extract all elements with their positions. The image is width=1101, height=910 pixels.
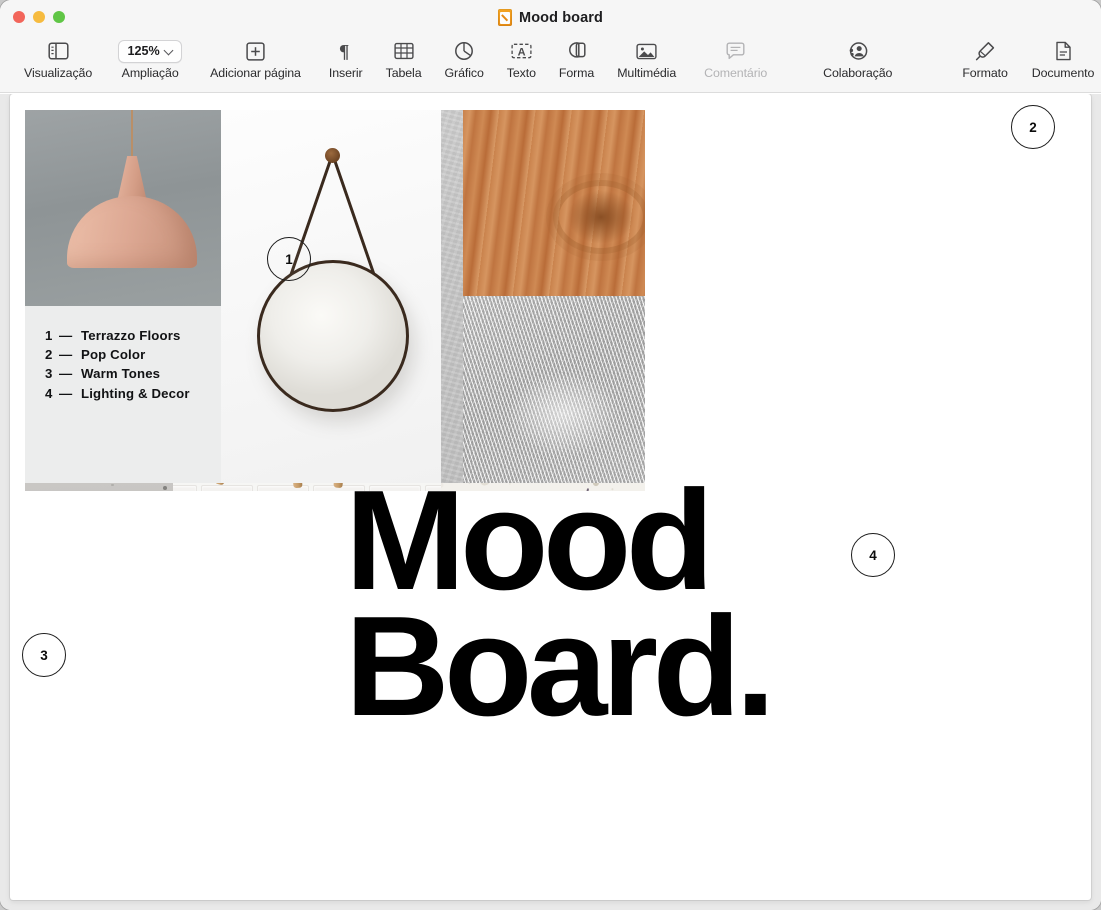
mood-board-legend: 1 — Terrazzo Floors 2 — Pop Color 3 — Wa… <box>45 326 221 403</box>
bottom-left-image-group <box>25 110 645 900</box>
legend-dash: — <box>59 385 73 401</box>
toolbar-label-text: Texto <box>506 66 536 80</box>
toolbar-button-format[interactable]: Formato <box>962 35 1008 80</box>
legend-number: 1 <box>45 328 53 343</box>
close-button[interactable] <box>13 11 25 23</box>
toolbar-label-zoom: Ampliação <box>121 66 179 80</box>
toolbar-label-insert: Inserir <box>328 66 363 80</box>
toolbar-button-zoom[interactable]: 125% Ampliação <box>118 35 183 80</box>
concrete-speck <box>111 483 114 487</box>
collaborate-person-icon <box>847 38 868 64</box>
zoom-value: 125% <box>127 44 160 58</box>
window-title: Mood board <box>519 9 603 26</box>
svg-text:A: A <box>517 46 525 58</box>
pilcrow-icon: ¶ <box>337 38 354 64</box>
toolbar-button-text[interactable]: A Texto <box>507 35 536 80</box>
toolbar-label-media: Multimédia <box>617 66 677 80</box>
window-title-group: Mood board <box>0 0 1101 35</box>
toolbar-button-chart[interactable]: Gráfico <box>445 35 484 80</box>
toolbar-label-shape: Forma <box>558 66 595 80</box>
mirror-wall-hook <box>325 148 340 163</box>
comment-bubble-icon <box>726 38 745 64</box>
legend-label: Pop Color <box>81 347 146 363</box>
pie-chart-icon <box>454 38 474 64</box>
toolbar-label-chart: Gráfico <box>444 66 484 80</box>
svg-text:¶: ¶ <box>339 42 349 62</box>
toolbar-label-add-page: Adicionar página <box>210 66 301 80</box>
comment-marker-2[interactable]: 2 <box>1011 105 1055 149</box>
text-box-icon: A <box>511 38 532 64</box>
legend-dash: — <box>59 366 73 382</box>
toolbar-button-table[interactable]: Tabela <box>386 35 422 80</box>
comment-marker-4[interactable]: 4 <box>851 533 895 577</box>
pages-document-icon <box>498 9 513 26</box>
concrete-speck <box>163 485 168 490</box>
blush-pendant-lamp-image[interactable] <box>25 110 221 306</box>
document-canvas[interactable]: 1 — Terrazzo Floors 2 — Pop Color 3 — Wa… <box>0 94 1101 910</box>
toolbar-label-collaborate: Colaboração <box>823 66 893 80</box>
comment-marker-1[interactable]: 1 <box>267 237 311 281</box>
title-bar: Mood board <box>0 0 1101 35</box>
sidebar-icon <box>48 38 69 64</box>
legend-number: 4 <box>45 385 53 401</box>
brick <box>173 485 197 491</box>
toolbar: Visualização 125% Ampliação Adicionar pá… <box>0 35 1101 93</box>
brick <box>201 485 253 491</box>
legend-item: 4 — Lighting & Decor <box>45 384 221 403</box>
legend-label: Lighting & Decor <box>81 385 190 401</box>
zoom-popup-button[interactable]: 125% <box>118 38 183 64</box>
zoom-value-pill[interactable]: 125% <box>118 39 183 63</box>
legend-dash: — <box>59 347 73 363</box>
maximize-button[interactable] <box>53 11 65 23</box>
chevron-down-icon <box>165 47 173 55</box>
wood-grain-texture-image[interactable] <box>463 110 645 296</box>
lamp-shade <box>67 196 197 268</box>
minimize-button[interactable] <box>33 11 45 23</box>
fur-swirl-highlight <box>483 354 643 474</box>
legend-column: 1 — Terrazzo Floors 2 — Pop Color 3 — Wa… <box>25 110 221 483</box>
legend-label: Warm Tones <box>81 366 161 382</box>
wood-knot <box>559 186 643 248</box>
toolbar-label-table: Tabela <box>385 66 422 80</box>
window-controls <box>13 11 65 23</box>
toolbar-button-insert[interactable]: ¶ Inserir <box>328 35 363 81</box>
toolbar-button-add-page[interactable]: Adicionar página <box>210 35 301 80</box>
legend-number: 2 <box>45 347 53 363</box>
round-strap-mirror-image[interactable] <box>221 110 441 483</box>
media-image-icon <box>636 38 657 64</box>
mood-board-collage: 1 — Terrazzo Floors 2 — Pop Color 3 — Wa… <box>22 105 1078 881</box>
legend-item: 3 — Warm Tones <box>45 364 221 383</box>
comment-marker-3[interactable]: 3 <box>22 633 66 677</box>
legend-item: 1 — Terrazzo Floors <box>45 326 221 345</box>
toolbar-button-comment[interactable]: Comentário <box>704 35 767 80</box>
toolbar-button-shape[interactable]: Forma <box>559 35 594 80</box>
plus-box-icon <box>246 38 265 64</box>
toolbar-button-document[interactable]: Documento <box>1032 35 1094 80</box>
table-icon <box>393 38 414 64</box>
toolbar-label-document: Documento <box>1031 66 1095 80</box>
toolbar-label-view: Visualização <box>24 66 93 80</box>
toolbar-label-format: Formato <box>962 66 1008 80</box>
mirror-glass-ring <box>257 260 409 412</box>
board-title[interactable]: Mood Board. <box>345 470 776 738</box>
document-page[interactable]: 1 — Terrazzo Floors 2 — Pop Color 3 — Wa… <box>10 94 1091 900</box>
grey-fur-texture-image[interactable] <box>463 296 645 483</box>
board-title-line2: Board. <box>345 586 776 746</box>
toolbar-button-media[interactable]: Multimédia <box>617 35 676 80</box>
legend-number: 3 <box>45 366 53 382</box>
lamp-cord <box>131 110 133 160</box>
legend-dash: — <box>59 328 73 343</box>
paintbrush-icon <box>975 38 995 64</box>
toolbar-button-view[interactable]: Visualização <box>24 35 92 80</box>
shape-icon <box>567 38 587 64</box>
legend-item: 2 — Pop Color <box>45 345 221 364</box>
document-page-icon <box>1055 38 1072 64</box>
app-window: Mood board Visualização 125% Ampliação A… <box>0 0 1101 910</box>
toolbar-button-collaborate[interactable]: Colaboração <box>823 35 892 80</box>
toolbar-label-comment: Comentário <box>704 66 768 80</box>
legend-label: Terrazzo Floors <box>81 328 181 343</box>
